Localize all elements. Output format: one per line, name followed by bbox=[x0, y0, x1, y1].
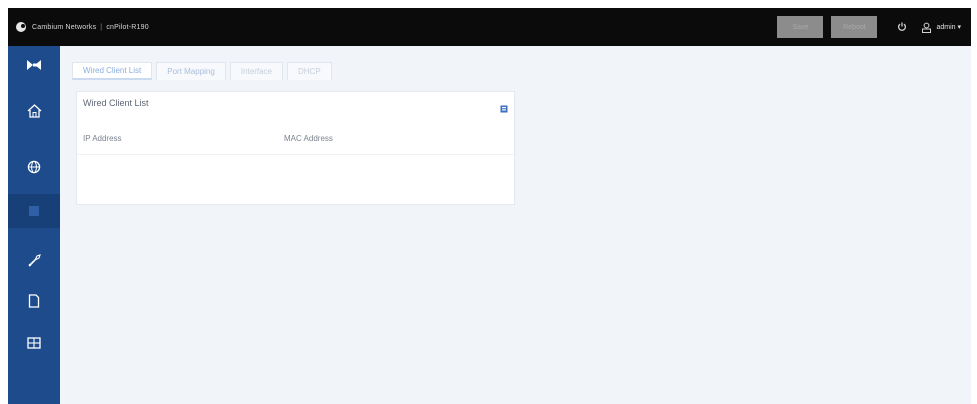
power-icon[interactable] bbox=[891, 16, 913, 38]
home-icon bbox=[27, 104, 41, 118]
brand-separator: | bbox=[100, 23, 103, 31]
tools-icon bbox=[27, 253, 41, 267]
tab-port-mapping[interactable]: Port Mapping bbox=[156, 62, 226, 80]
column-header-mac-address: MAC Address bbox=[284, 134, 333, 143]
sidebar-item-grid[interactable] bbox=[8, 326, 60, 360]
column-header-ip-address: IP Address bbox=[83, 134, 122, 143]
reboot-button[interactable]: Reboot bbox=[831, 16, 878, 38]
network-icon bbox=[27, 160, 41, 174]
document-icon bbox=[28, 294, 40, 308]
save-button[interactable]: Save bbox=[777, 16, 824, 38]
clients-icon bbox=[29, 206, 39, 216]
tab-bar: Wired Client List Port Mapping Interface… bbox=[72, 62, 336, 80]
sidebar-item-collapse[interactable] bbox=[8, 48, 60, 82]
device-name: cnPilot-R190 bbox=[106, 23, 149, 31]
brand[interactable]: Cambium Networks | cnPilot-R190 bbox=[16, 22, 149, 32]
brand-logo-icon bbox=[16, 22, 26, 32]
table-divider bbox=[77, 154, 514, 155]
main-content: Wired Client List Port Mapping Interface… bbox=[60, 46, 971, 404]
top-right-controls: Save Reboot admin ▾ bbox=[777, 16, 961, 38]
tab-wired-client-list[interactable]: Wired Client List bbox=[72, 62, 153, 80]
sidebar-item-home[interactable] bbox=[8, 94, 60, 128]
brand-name: Cambium Networks bbox=[32, 23, 97, 31]
wired-client-panel: Wired Client List IP Address MAC Address bbox=[76, 91, 515, 205]
sidebar-item-clients[interactable] bbox=[8, 194, 60, 228]
sidebar bbox=[8, 46, 60, 404]
collapse-icon bbox=[27, 60, 41, 70]
app-frame: Cambium Networks | cnPilot-R190 Save Reb… bbox=[0, 0, 977, 404]
export-icon[interactable] bbox=[500, 100, 508, 118]
user-name: admin ▾ bbox=[936, 24, 961, 31]
sidebar-item-network[interactable] bbox=[8, 150, 60, 184]
user-menu[interactable]: admin ▾ bbox=[921, 22, 961, 33]
tab-dhcp[interactable]: DHCP bbox=[286, 62, 332, 80]
grid-icon bbox=[27, 337, 41, 349]
panel-title: Wired Client List bbox=[83, 98, 149, 108]
tab-interface[interactable]: Interface bbox=[229, 62, 283, 80]
user-icon bbox=[922, 22, 932, 33]
sidebar-item-documents[interactable] bbox=[8, 284, 60, 318]
sidebar-item-tools[interactable] bbox=[8, 243, 60, 277]
top-bar: Cambium Networks | cnPilot-R190 Save Reb… bbox=[8, 8, 971, 46]
